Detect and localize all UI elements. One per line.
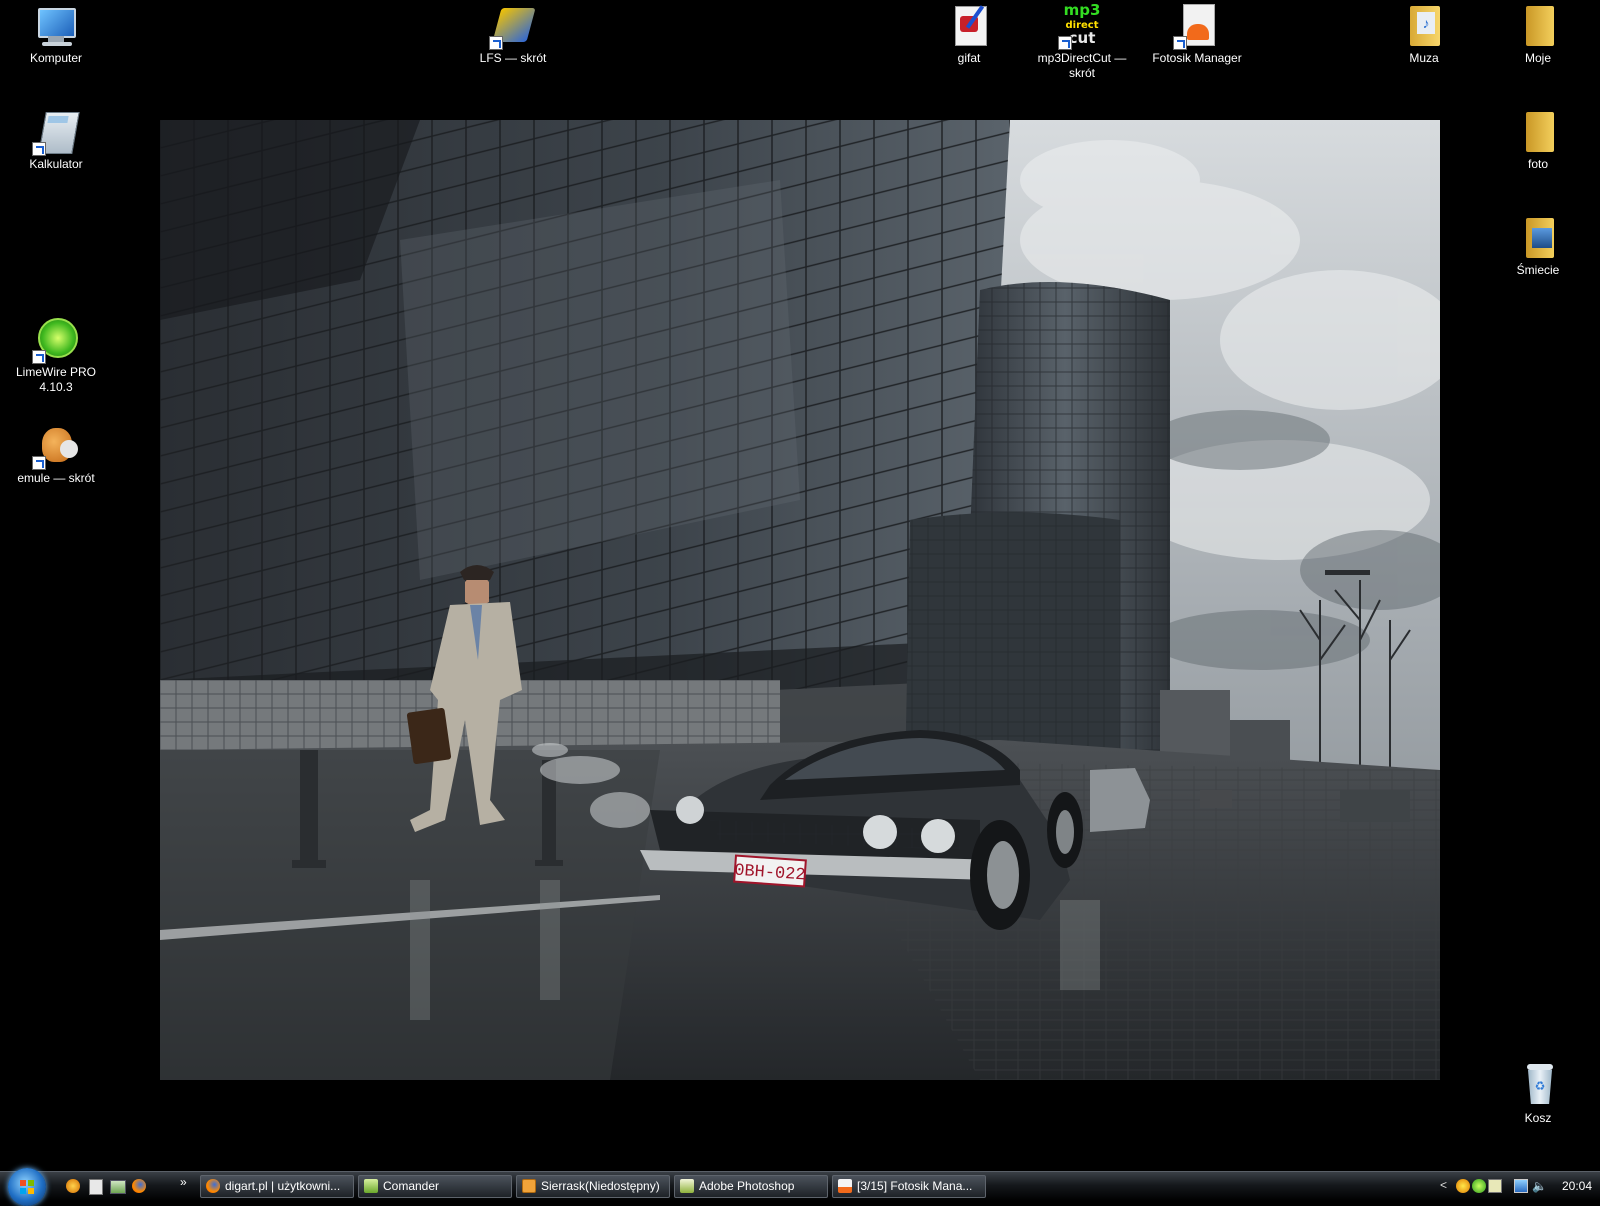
desktop-icon-label: emule — skrót <box>17 471 95 485</box>
desktop-icon-muza[interactable]: ♪ Muza <box>1372 2 1476 66</box>
quicklaunch-switch-windows-icon[interactable] <box>108 1177 126 1195</box>
desktop-icon-moje[interactable]: Moje <box>1486 2 1590 66</box>
shortcut-arrow-icon <box>1173 36 1187 50</box>
desktop: 0BH-022 Komputer LFS — skrót gifat mp3 d… <box>0 0 1600 1171</box>
tray-app-icon[interactable] <box>1488 1179 1502 1193</box>
taskbar-button-label: Sierrask(Niedostępny) <box>541 1179 660 1193</box>
desktop-icon-lfs[interactable]: LFS — skrót <box>461 2 565 66</box>
quicklaunch-settings-icon[interactable] <box>64 1177 82 1195</box>
taskbar-button-label: digart.pl | użytkowni... <box>225 1179 341 1193</box>
windows-logo-icon <box>20 1180 34 1194</box>
taskbar-button-comander[interactable]: Comander <box>358 1175 512 1198</box>
taskbar-button-photoshop[interactable]: Adobe Photoshop <box>674 1175 828 1198</box>
tray-sun-icon[interactable] <box>1456 1179 1470 1193</box>
desktop-icon-emule[interactable]: emule — skrót <box>4 422 108 486</box>
desktop-icon-gifat[interactable]: gifat <box>917 2 1021 66</box>
desktop-icon-label: mp3DirectCut — skrót <box>1037 51 1127 80</box>
commander-icon <box>364 1179 378 1193</box>
volume-icon[interactable]: 🔈 <box>1532 1179 1547 1193</box>
desktop-icon-kosz[interactable]: ♻ Kosz <box>1486 1062 1590 1126</box>
gifat-icon <box>945 2 993 50</box>
clock[interactable]: 20:04 <box>1562 1179 1592 1193</box>
desktop-icon-label: Komputer <box>29 51 83 65</box>
network-icon[interactable] <box>1514 1179 1528 1193</box>
desktop-icon-komputer[interactable]: Komputer <box>4 2 108 66</box>
picture-folder-icon <box>1514 214 1562 262</box>
system-tray: < 🔈 20:04 <box>1400 1172 1600 1201</box>
photoshop-icon <box>680 1179 694 1193</box>
calculator-icon <box>32 108 80 156</box>
desktop-icon-label: Kalkulator <box>29 157 83 171</box>
wallpaper-photo: 0BH-022 <box>160 120 1440 1080</box>
desktop-icon-label: foto <box>1527 157 1548 171</box>
shortcut-arrow-icon <box>32 142 46 156</box>
taskbar-button-label: Comander <box>383 1179 440 1193</box>
taskbar-button-fotosik[interactable]: [3/15] Fotosik Mana... <box>832 1175 986 1198</box>
fotosik-icon <box>838 1179 852 1193</box>
taskbar-button-label: Adobe Photoshop <box>699 1179 795 1193</box>
quicklaunch-more-button[interactable]: » <box>180 1175 187 1189</box>
taskbar-button-digart[interactable]: digart.pl | użytkowni... <box>200 1175 354 1198</box>
desktop-icon-limewire[interactable]: LimeWire PRO 4.10.3 <box>4 316 108 395</box>
desktop-icon-label: Kosz <box>1524 1111 1552 1125</box>
tray-expand-chevron[interactable]: < <box>1440 1178 1447 1192</box>
taskbar-button-sierrask[interactable]: Sierrask(Niedostępny) <box>516 1175 670 1198</box>
folder-icon <box>1514 2 1562 50</box>
shortcut-arrow-icon <box>32 456 46 470</box>
shortcut-arrow-icon <box>32 350 46 364</box>
desktop-icon-foto[interactable]: foto <box>1486 108 1590 172</box>
desktop-icon-label: LimeWire PRO 4.10.3 <box>15 365 96 394</box>
desktop-icon-fotosik-manager[interactable]: Fotosik Manager <box>1145 2 1249 66</box>
desktop-icon-label: gifat <box>957 51 981 65</box>
desktop-icon-mp3directcut[interactable]: mp3 direct cut mp3DirectCut — skrót <box>1030 2 1134 81</box>
quicklaunch-show-desktop-icon[interactable] <box>86 1177 104 1195</box>
taskbar: » digart.pl | użytkowni... Comander Sier… <box>0 1168 1600 1206</box>
desktop-icon-label: Fotosik Manager <box>1152 51 1242 65</box>
mail-icon <box>522 1179 536 1193</box>
limewire-icon <box>32 316 80 364</box>
desktop-icon-label: Śmiecie <box>1516 263 1560 277</box>
mp3directcut-icon: mp3 direct cut <box>1058 2 1106 50</box>
wallpaper: 0BH-022 <box>160 120 1440 1080</box>
desktop-icon-kalkulator[interactable]: Kalkulator <box>4 108 108 172</box>
desktop-icon-label: Muza <box>1409 51 1439 65</box>
fotosik-manager-icon <box>1173 2 1221 50</box>
emule-icon <box>32 422 80 470</box>
desktop-icon-label: Moje <box>1524 51 1551 65</box>
folder-icon <box>1514 108 1562 156</box>
music-folder-icon: ♪ <box>1400 2 1448 50</box>
computer-icon <box>32 2 80 50</box>
quicklaunch-firefox-icon[interactable] <box>130 1177 148 1195</box>
start-button[interactable] <box>8 1168 46 1206</box>
recycle-bin-icon: ♻ <box>1514 1062 1562 1110</box>
shortcut-arrow-icon <box>489 36 503 50</box>
desktop-icon-label: LFS — skrót <box>479 51 547 65</box>
firefox-icon <box>206 1179 220 1193</box>
lfs-icon <box>489 2 537 50</box>
desktop-icon-smiecie[interactable]: Śmiecie <box>1486 214 1590 278</box>
tray-limewire-icon[interactable] <box>1472 1179 1486 1193</box>
taskbar-button-label: [3/15] Fotosik Mana... <box>857 1179 973 1193</box>
shortcut-arrow-icon <box>1058 36 1072 50</box>
